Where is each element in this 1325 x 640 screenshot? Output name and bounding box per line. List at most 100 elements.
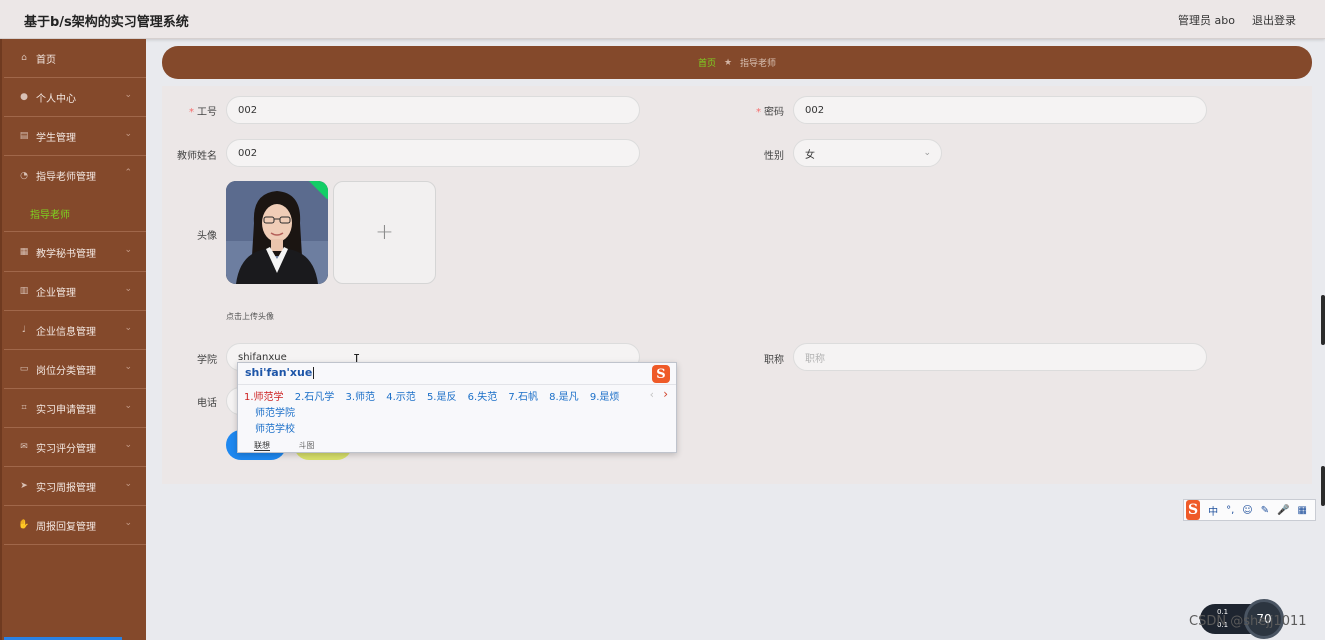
sidebar-item-report-reply-management[interactable]: ✋ 周报回复管理 ⌄ — [4, 506, 146, 545]
upload-hint: 点击上传头像 — [226, 312, 274, 321]
sidebar-item-internship-score-management[interactable]: ✉ 实习评分管理 ⌄ — [4, 428, 146, 467]
emoji-icon[interactable]: ☺ — [1242, 505, 1252, 516]
sidebar-item-label: 教学秘书管理 — [36, 248, 96, 260]
gauge-icon: ◔ — [20, 170, 28, 181]
top-header: 基于b/s架构的实习管理系统 管理员 abo 退出登录 — [0, 0, 1325, 39]
thumb-icon: ✋ — [18, 520, 30, 530]
chevron-down-icon: ⌄ — [124, 401, 132, 411]
grid-icon: ▦ — [19, 247, 29, 257]
sidebar-item-label: 实习申请管理 — [36, 404, 96, 416]
chinese-mode-button[interactable]: 中 — [1208, 503, 1218, 518]
ime-tabs: 联想 斗图 — [254, 440, 341, 451]
scrollbar-thumb[interactable] — [1321, 295, 1325, 345]
logout-link[interactable]: 退出登录 — [1252, 12, 1296, 28]
ime-candidate[interactable]: 9.是烦 — [590, 392, 620, 403]
breadcrumb-home[interactable]: 首页 — [698, 56, 716, 69]
chat-icon: ▭ — [19, 364, 29, 374]
upload-button[interactable]: + — [333, 181, 436, 284]
sidebar-item-label: 指导老师管理 — [36, 172, 96, 183]
password-label: * 密码 — [756, 107, 784, 118]
chevron-down-icon: ⌄ — [124, 479, 132, 489]
ime-candidates: 1.师范学 2.石凡学 3.师范 4.示范 5.是反 6.失范 7.石帆 8.是… — [244, 388, 627, 403]
sidebar-item-position-category-management[interactable]: ▭ 岗位分类管理 ⌄ — [4, 350, 146, 389]
chevron-up-icon: ⌃ — [124, 168, 132, 178]
ime-pinyin: shi'fan'xue — [245, 366, 315, 379]
handwrite-icon[interactable]: ✎ — [1261, 505, 1269, 516]
chevron-down-icon: ⌄ — [124, 362, 132, 372]
punctuation-button[interactable]: °, — [1226, 505, 1234, 516]
chevron-right-icon[interactable]: › — [663, 387, 668, 401]
job-id-label: * 工号 — [189, 107, 217, 118]
microphone-icon[interactable]: 🎤 — [1277, 505, 1289, 516]
sidebar-item-secretary-management[interactable]: ▦ 教学秘书管理 ⌄ — [4, 233, 146, 272]
sidebar-item-label: 岗位分类管理 — [36, 365, 96, 377]
ime-candidate[interactable]: 8.是凡 — [549, 392, 579, 403]
ime-candidate-popup: shi'fan'xue S 1.师范学 2.石凡学 3.师范 4.示范 5.是反… — [237, 362, 677, 453]
ime-candidate[interactable]: 5.是反 — [427, 392, 457, 403]
sidebar-item-company-info-management[interactable]: ♩ 企业信息管理 ⌄ — [4, 311, 146, 350]
phone-label: 电话 — [197, 398, 217, 409]
sidebar-item-label: 周报回复管理 — [36, 521, 96, 533]
chevron-down-icon: ⌄ — [124, 284, 132, 294]
sidebar-item-weekly-report-management[interactable]: ➤ 实习周报管理 ⌄ — [4, 467, 146, 506]
chevron-left-icon[interactable]: ‹ — [650, 388, 654, 401]
gender-select[interactable]: 女 ⌄ — [793, 139, 942, 167]
scrollbar-thumb[interactable] — [1321, 466, 1325, 506]
sidebar-subitem-advisor[interactable]: 指导老师 — [4, 195, 146, 232]
app-title: 基于b/s架构的实习管理系统 — [24, 15, 189, 30]
home-icon: ⌂ — [21, 53, 27, 63]
avatar-label: 头像 — [197, 231, 217, 242]
teacher-name-input[interactable]: 002 — [226, 139, 640, 167]
mic-icon: ♩ — [21, 325, 27, 335]
sidebar-item-advisor-management[interactable]: ◔ 指导老师管理 ⌃ — [4, 156, 146, 195]
divider — [238, 384, 676, 385]
portrait-photo — [226, 181, 328, 284]
title-label: 职称 — [764, 355, 784, 366]
sidebar-item-home[interactable]: ⌂ 首页 — [4, 39, 146, 78]
avatar-image[interactable]: ✓ — [226, 181, 328, 284]
sidebar-item-label: 企业信息管理 — [36, 326, 96, 338]
ime-candidate[interactable]: 7.石帆 — [508, 392, 538, 403]
chevron-down-icon: ⌄ — [124, 90, 132, 100]
password-input[interactable]: 002 — [793, 96, 1207, 124]
sidebar-item-internship-application-management[interactable]: ⌗ 实习申请管理 ⌄ — [4, 389, 146, 428]
ime-candidate[interactable]: 1.师范学 — [244, 392, 284, 403]
sidebar-item-personal-center[interactable]: ● 个人中心 ⌄ — [4, 78, 146, 117]
toolbox-icon[interactable]: ▦ — [1298, 505, 1307, 516]
admin-username: 管理员 abo — [1178, 14, 1235, 27]
chevron-down-icon: ⌄ — [124, 440, 132, 450]
gender-value: 女 — [805, 149, 815, 161]
sidebar: ⌂ 首页 ● 个人中心 ⌄ ▤ 学生管理 ⌄ ◔ 指导老师管理 ⌃ 指导老师 ▦… — [0, 39, 146, 640]
sidebar-item-label: 实习周报管理 — [36, 482, 96, 494]
ime-tab-sticker[interactable]: 斗图 — [299, 441, 315, 450]
sogou-logo-icon[interactable]: S — [1186, 500, 1201, 520]
watermark: CSDN @shejj1011 — [1189, 614, 1307, 629]
teacher-name-label: 教师姓名 — [177, 151, 217, 162]
ime-tab-association[interactable]: 联想 — [254, 441, 270, 451]
star-icon: ★ — [723, 57, 733, 68]
mail-icon: ✉ — [20, 442, 28, 452]
sidebar-item-student-management[interactable]: ▤ 学生管理 ⌄ — [4, 117, 146, 156]
college-label: 学院 — [197, 355, 217, 366]
breadcrumb: 首页 ★ 指导老师 — [162, 46, 1312, 79]
ime-candidate[interactable]: 6.失范 — [468, 392, 498, 403]
building-icon: ▥ — [19, 286, 29, 296]
ime-candidate[interactable]: 师范学校 — [255, 420, 295, 435]
ime-status-bar: S 中 °, ☺ ✎ 🎤 ▦ — [1183, 499, 1316, 521]
breadcrumb-current: 指导老师 — [740, 59, 777, 69]
job-id-input[interactable]: 002 — [226, 96, 640, 124]
chevron-down-icon: ⌄ — [124, 245, 132, 255]
ime-candidate[interactable]: 师范学院 — [255, 404, 295, 419]
gender-label: 性别 — [764, 151, 784, 162]
title-input[interactable]: 职称 — [793, 343, 1207, 371]
sidebar-item-label: 企业管理 — [36, 287, 76, 299]
chevron-down-icon: ⌄ — [124, 129, 132, 139]
sidebar-item-label: 学生管理 — [36, 132, 76, 144]
sogou-logo-icon: S — [652, 365, 670, 383]
ime-candidate[interactable]: 3.师范 — [345, 392, 375, 403]
ime-candidate[interactable]: 2.石凡学 — [295, 392, 335, 403]
ime-candidate[interactable]: 4.示范 — [386, 392, 416, 403]
chevron-down-icon: ⌄ — [124, 518, 132, 528]
send-icon: ➤ — [20, 481, 28, 491]
sidebar-item-company-management[interactable]: ▥ 企业管理 ⌄ — [4, 272, 146, 311]
